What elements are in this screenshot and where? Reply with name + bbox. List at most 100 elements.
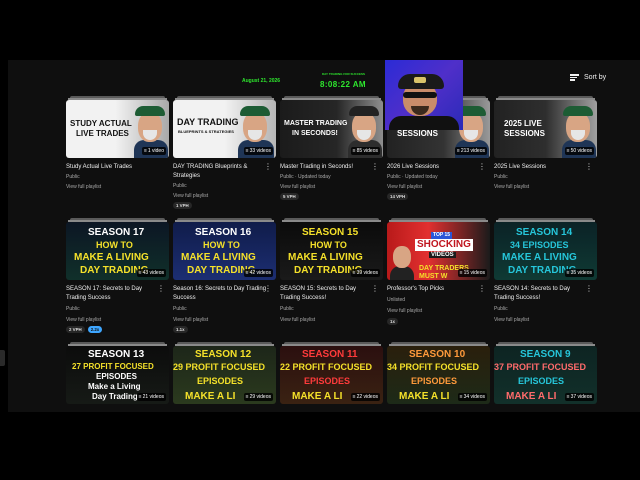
- playlist-visibility: Public · Updated today: [387, 174, 438, 180]
- more-options-icon[interactable]: ⋮: [264, 163, 272, 171]
- more-options-icon[interactable]: ⋮: [478, 163, 486, 171]
- playlist-title[interactable]: DAY TRADING Blueprints & Strategies: [173, 163, 267, 181]
- thumb-text: HOW TO: [310, 240, 347, 250]
- playlist-card[interactable]: SEASON 9 37 PROFIT FOCUSED EPISODES MAKE…: [494, 342, 597, 410]
- video-count-badge: ≡ 22 videos: [350, 393, 380, 401]
- playlist-visibility: Unlisted: [387, 297, 406, 303]
- thumb-text: MASTER TRADING: [284, 120, 348, 127]
- video-count-badge: ≡ 39 videos: [350, 269, 380, 277]
- sort-icon: [570, 74, 579, 81]
- thumb-text: HOW TO: [203, 240, 240, 250]
- thumb-text: MAKE A LIVING: [288, 252, 363, 263]
- playlist-visibility: Public: [173, 306, 187, 312]
- playlist-title[interactable]: Season 16: Secrets to Day Trading Succes…: [173, 285, 267, 303]
- thumb-text: SESSIONS: [504, 129, 545, 138]
- playlist-card[interactable]: SEASON 12 29 PROFIT FOCUSED EPISODES MAK…: [173, 342, 276, 410]
- playlist-thumbnail[interactable]: SEASON 13 27 PROFIT FOCUSED EPISODES Mak…: [66, 346, 169, 404]
- playlist-thumbnail[interactable]: SEASON 16 HOW TO MAKE A LIVING DAY TRADI…: [173, 222, 276, 280]
- webcam-overlay: [385, 60, 463, 130]
- thumb-text: STUDY ACTUAL: [70, 119, 132, 128]
- playlist-thumbnail[interactable]: SEASON 9 37 PROFIT FOCUSED EPISODES MAKE…: [494, 346, 597, 404]
- host-photo: [389, 240, 415, 280]
- thumb-text: SEASON 9: [520, 349, 571, 360]
- side-panel-handle[interactable]: [0, 350, 5, 366]
- playlist-visibility: Public · Updated today: [280, 174, 331, 180]
- more-options-icon[interactable]: ⋮: [585, 163, 593, 171]
- playlist-thumbnail[interactable]: SEASON 12 29 PROFIT FOCUSED EPISODES MAK…: [173, 346, 276, 404]
- playlist-card[interactable]: SEASON 13 27 PROFIT FOCUSED EPISODES Mak…: [66, 342, 169, 410]
- playlist-icon: ≡: [352, 394, 356, 400]
- playlist-title[interactable]: SEASON 17: Secrets to Day Trading Succes…: [66, 285, 160, 303]
- playlist-visibility: Public: [280, 306, 294, 312]
- view-full-playlist-link[interactable]: View full playlist: [387, 308, 422, 314]
- thumb-text: 27 PROFIT FOCUSED: [72, 362, 154, 371]
- view-full-playlist-link[interactable]: View full playlist: [280, 184, 315, 190]
- playlist-thumbnail[interactable]: DAY TRADING BLUEPRINTS & STRATEGIES ≡ 33 …: [173, 100, 276, 158]
- playlist-card[interactable]: SEASON 11 22 PROFIT FOCUSED EPISODES MAK…: [280, 342, 383, 410]
- thumb-text: SEASON 15: [302, 227, 359, 238]
- playlist-title[interactable]: SEASON 15: Secrets to Day Trading Succes…: [280, 285, 374, 303]
- playlist-title[interactable]: 2025 Live Sessions: [494, 163, 588, 172]
- playlist-title[interactable]: Professor's Top Picks: [387, 285, 481, 294]
- thumb-text: TOP 15: [431, 232, 453, 239]
- thumb-text: MAKE A LIVING: [74, 252, 149, 263]
- stat-chips: 5 VPH: [280, 193, 299, 200]
- thumb-text: EPISODES: [96, 372, 137, 381]
- playlist-card[interactable]: SEASON 10 34 PROFIT FOCUSED EPISODES MAK…: [387, 342, 490, 410]
- view-full-playlist-link[interactable]: View full playlist: [66, 317, 101, 323]
- thumb-text: 34 EPISODES: [510, 240, 569, 250]
- view-full-playlist-link[interactable]: View full playlist: [66, 184, 101, 190]
- playlist-thumbnail[interactable]: 2025 LIVE SESSIONS ≡ 50 videos: [494, 100, 597, 158]
- playlist-title[interactable]: 2026 Live Sessions: [387, 163, 481, 172]
- thumb-text: IN SECONDS!: [292, 130, 338, 137]
- more-options-icon[interactable]: ⋮: [264, 285, 272, 293]
- playlist-visibility: Public: [173, 183, 187, 189]
- more-options-icon[interactable]: ⋮: [371, 163, 379, 171]
- thumb-text: DAY TRADING: [177, 117, 239, 127]
- playlist-icon: ≡: [566, 394, 570, 400]
- playlist-icon: ≡: [566, 148, 570, 154]
- thumb-text: LIVE TRADES: [76, 129, 129, 138]
- view-full-playlist-link[interactable]: View full playlist: [494, 184, 529, 190]
- more-options-icon[interactable]: ⋮: [585, 285, 593, 293]
- playlist-icon: ≡: [352, 270, 356, 276]
- view-full-playlist-link[interactable]: View full playlist: [173, 193, 208, 199]
- playlist-title[interactable]: SEASON 14: Secrets to Day Trading Succes…: [494, 285, 588, 303]
- more-options-icon[interactable]: ⋮: [478, 285, 486, 293]
- sort-by-button[interactable]: Sort by: [570, 74, 606, 81]
- playlist-thumbnail[interactable]: SEASON 10 34 PROFIT FOCUSED EPISODES MAK…: [387, 346, 490, 404]
- thumb-text: VIDEOS: [429, 252, 456, 258]
- playlist-thumbnail[interactable]: STUDY ACTUAL LIVE TRADES ≡ 1 video: [66, 100, 169, 158]
- playlist-icon: ≡: [143, 148, 147, 154]
- playlist-thumbnail[interactable]: SEASON 11 22 PROFIT FOCUSED EPISODES MAK…: [280, 346, 383, 404]
- stat-chips: 14 VPH: [387, 193, 409, 200]
- view-full-playlist-link[interactable]: View full playlist: [387, 184, 422, 190]
- thumb-text: SESSIONS: [397, 129, 438, 138]
- video-count-badge: ≡ 1 video: [141, 147, 166, 155]
- thumb-text: EPISODES: [518, 376, 565, 386]
- stat-chips: 1 VPH: [173, 202, 192, 209]
- playlist-thumbnail[interactable]: SEASON 14 34 EPISODES MAKE A LIVING DAY …: [494, 222, 597, 280]
- thumb-text: MAKE A LIVING: [502, 252, 577, 263]
- playlist-thumbnail[interactable]: MASTER TRADING IN SECONDS! ≡ 85 videos: [280, 100, 383, 158]
- playlist-title[interactable]: Study Actual Live Trades: [66, 163, 160, 172]
- playlist-title[interactable]: Master Trading in Seconds!: [280, 163, 374, 172]
- more-options-icon[interactable]: ⋮: [371, 285, 379, 293]
- more-options-icon[interactable]: ⋮: [157, 285, 165, 293]
- thumb-text: Make a Living: [88, 382, 141, 391]
- stat-chips: 1.1x: [173, 326, 188, 333]
- playlist-icon: ≡: [352, 148, 356, 154]
- playlist-thumbnail[interactable]: TOP 15 SHOCKING VIDEOS DAY TRADERS MUST …: [387, 222, 490, 280]
- playlist-icon: ≡: [566, 270, 570, 276]
- playlist-visibility: Public: [494, 174, 508, 180]
- playlist-thumbnail[interactable]: SEASON 15 HOW TO MAKE A LIVING DAY TRADI…: [280, 222, 383, 280]
- thumb-text: Day Trading: [92, 392, 138, 401]
- playlist-thumbnail[interactable]: SEASON 17 HOW TO MAKE A LIVING DAY TRADI…: [66, 222, 169, 280]
- thumb-text: MAKE A LIVING: [181, 252, 256, 263]
- thumb-text: EPISODES: [411, 376, 458, 386]
- thumb-text: SEASON 16: [195, 227, 252, 238]
- view-full-playlist-link[interactable]: View full playlist: [173, 317, 208, 323]
- view-full-playlist-link[interactable]: View full playlist: [280, 317, 315, 323]
- thumb-text: 2025 LIVE: [504, 119, 542, 128]
- view-full-playlist-link[interactable]: View full playlist: [494, 317, 529, 323]
